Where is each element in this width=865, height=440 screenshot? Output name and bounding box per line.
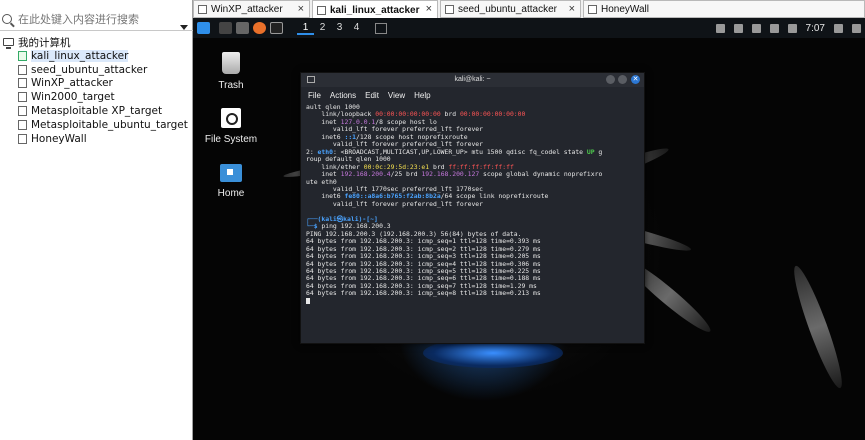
tree-item-label: Win2000_target — [31, 91, 115, 104]
close-icon[interactable]: × — [426, 3, 432, 15]
desktop-icon-label: Home — [217, 188, 245, 199]
workspace-switcher: 1 2 3 4 — [297, 22, 365, 35]
ping-reply: 64 bytes from 192.168.200.3: icmp_seq=8 … — [306, 289, 541, 298]
tab-label: kali_linux_attacker — [330, 4, 420, 16]
desktop-trash[interactable]: Trash — [193, 52, 269, 91]
terminal-icon[interactable] — [270, 22, 283, 34]
desktop-filesystem[interactable]: File System — [193, 108, 269, 145]
vm-icon — [18, 78, 27, 89]
workspace-4[interactable]: 4 — [348, 22, 365, 35]
power-icon[interactable] — [787, 23, 797, 33]
trash-icon — [222, 52, 240, 74]
terminal-titlebar[interactable]: kali@kali: ~ ✕ — [301, 73, 644, 87]
wallpaper-spike — [787, 262, 849, 392]
kali-top-panel: 1 2 3 4 7:07 — [193, 18, 865, 38]
tree-root-label: 我的计算机 — [18, 36, 71, 49]
tree-item-kali-linux-attacker[interactable]: kali_linux_attacker — [3, 49, 188, 63]
ip-addr-output: ault qlen 1000 link/loopback 00:00:00:00… — [306, 103, 603, 208]
vm-icon — [18, 50, 27, 61]
workspace-1[interactable]: 1 — [297, 22, 314, 35]
tree-item-label: Metasploitable_ubuntu_target — [31, 118, 188, 131]
vm-icon — [198, 4, 207, 14]
tab-label: seed_ubuntu_attacker — [458, 3, 557, 15]
tree-item-metasploitable-ubuntu-target[interactable]: Metasploitable_ubuntu_target — [3, 118, 188, 132]
tree-root-my-computer[interactable]: 我的计算机 — [3, 35, 188, 49]
terminal-title: kali@kali: ~ — [454, 76, 491, 83]
firefox-icon[interactable] — [253, 22, 266, 34]
tab-winxp-attacker[interactable]: WinXP_attacker × — [193, 0, 310, 18]
terminal-app-icon — [307, 76, 315, 83]
search-input[interactable] — [18, 12, 178, 26]
vm-icon — [18, 92, 27, 103]
tab-label: WinXP_attacker — [211, 3, 283, 15]
close-icon[interactable]: × — [569, 3, 575, 15]
computer-icon — [3, 38, 14, 49]
close-icon[interactable]: ✕ — [631, 75, 640, 84]
vm-icon — [18, 106, 27, 117]
minimize-icon[interactable] — [606, 75, 615, 84]
vm-tab-bar: WinXP_attacker × kali_linux_attacker × s… — [193, 0, 865, 19]
tree-item-metasploitable-xp-target[interactable]: Metasploitable XP_target — [3, 104, 188, 118]
panel-clock[interactable]: 7:07 — [806, 23, 825, 34]
maximize-icon[interactable] — [618, 75, 627, 84]
tree-item-label: Metasploitable XP_target — [31, 105, 163, 118]
vm-icon — [317, 5, 326, 15]
vm-library-panel: 我的计算机 kali_linux_attacker seed_ubuntu_at… — [0, 0, 193, 440]
tab-kali-linux-attacker[interactable]: kali_linux_attacker × — [312, 0, 438, 19]
terminal-output[interactable]: ault qlen 1000 link/loopback 00:00:00:00… — [301, 102, 644, 307]
workspace-2[interactable]: 2 — [314, 22, 331, 35]
vmware-window: 我的计算机 kali_linux_attacker seed_ubuntu_at… — [0, 0, 865, 440]
divider — [0, 30, 193, 31]
tree-item-win2000-target[interactable]: Win2000_target — [3, 90, 188, 104]
taskbar-window-icon[interactable] — [375, 22, 387, 34]
tree-item-label: WinXP_attacker — [31, 77, 113, 90]
workspace-3[interactable]: 3 — [331, 22, 348, 35]
network-icon[interactable] — [769, 23, 779, 33]
menu-edit[interactable]: Edit — [365, 91, 379, 100]
close-icon[interactable]: × — [298, 3, 304, 15]
tree-item-label: HoneyWall — [31, 132, 87, 145]
vm-icon — [18, 119, 27, 130]
vm-tree: 我的计算机 kali_linux_attacker seed_ubuntu_at… — [3, 35, 188, 146]
system-tray: 7:07 — [715, 18, 861, 38]
terminal-menubar: File Actions Edit View Help — [301, 89, 644, 102]
notification-icon[interactable] — [715, 23, 725, 33]
vm-icon — [18, 133, 27, 144]
menu-help[interactable]: Help — [414, 91, 430, 100]
tree-item-winxp-attacker[interactable]: WinXP_attacker — [3, 77, 188, 91]
show-desktop-icon[interactable] — [219, 22, 232, 34]
desktop-icon-label: Trash — [218, 80, 244, 91]
file-manager-icon[interactable] — [236, 22, 249, 34]
tree-item-label: kali_linux_attacker — [31, 49, 129, 62]
menu-view[interactable]: View — [388, 91, 405, 100]
vm-icon — [18, 64, 27, 75]
volume-icon[interactable] — [751, 23, 761, 33]
tree-item-label: seed_ubuntu_attacker — [31, 63, 148, 76]
tab-honeywall[interactable]: HoneyWall — [583, 0, 865, 18]
desktop-home[interactable]: Home — [193, 164, 269, 199]
home-folder-icon — [220, 164, 242, 182]
vm-icon — [445, 4, 454, 14]
filesystem-icon — [221, 108, 241, 128]
logout-icon[interactable] — [852, 23, 861, 33]
search-icon — [2, 14, 12, 24]
menu-file[interactable]: File — [308, 91, 321, 100]
terminal-window[interactable]: kali@kali: ~ ✕ File Actions Edit View He… — [300, 72, 645, 344]
library-search[interactable] — [0, 9, 193, 30]
kali-desktop[interactable]: 1 2 3 4 7:07 Trash File System Home kali… — [193, 18, 865, 440]
kali-menu-icon[interactable] — [197, 22, 210, 34]
terminal-cursor — [306, 297, 310, 304]
menu-actions[interactable]: Actions — [330, 91, 356, 100]
tree-item-seed-ubuntu-attacker[interactable]: seed_ubuntu_attacker — [3, 63, 188, 77]
tree-item-honeywall[interactable]: HoneyWall — [3, 132, 188, 146]
display-icon[interactable] — [733, 23, 743, 33]
tab-seed-ubuntu-attacker[interactable]: seed_ubuntu_attacker × — [440, 0, 581, 18]
lock-icon[interactable] — [834, 23, 843, 33]
vm-icon — [588, 4, 597, 14]
tab-label: HoneyWall — [601, 3, 649, 15]
desktop-icon-label: File System — [204, 134, 258, 145]
